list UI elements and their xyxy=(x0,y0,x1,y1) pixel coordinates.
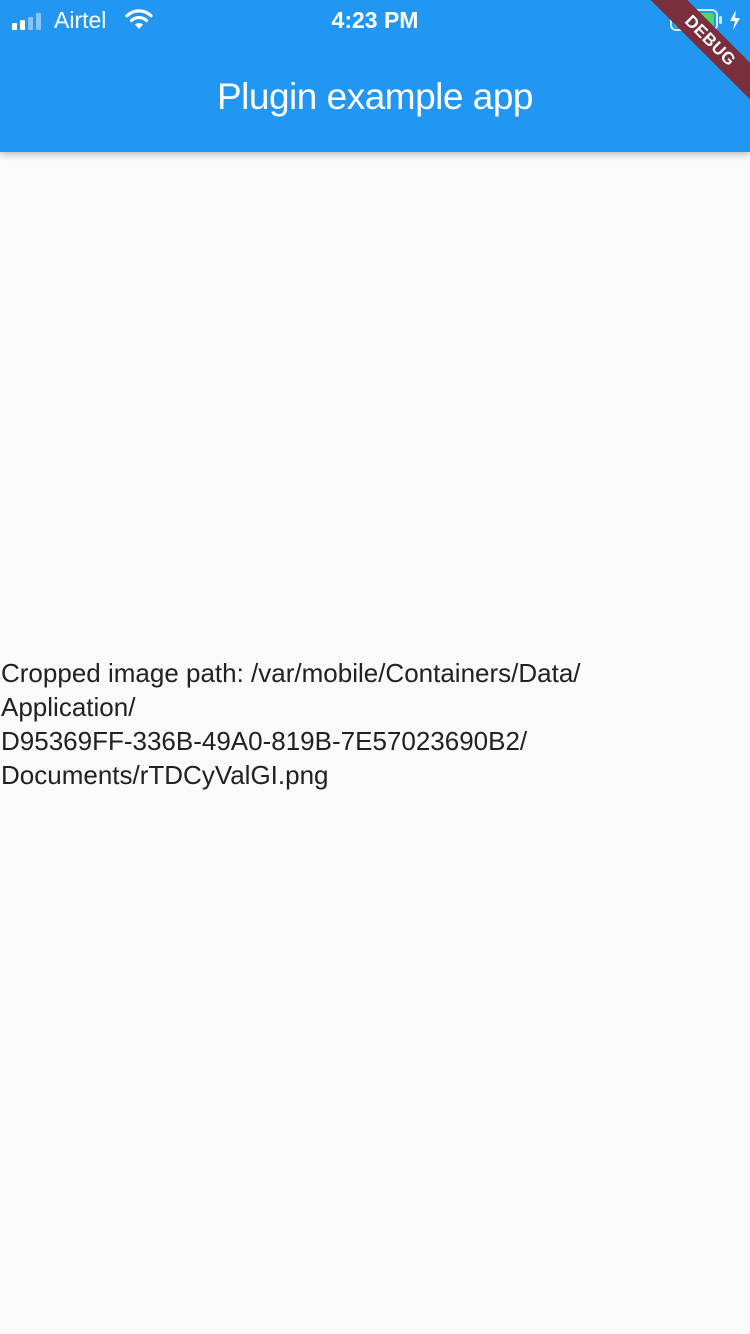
page-title: Plugin example app xyxy=(217,76,534,117)
cropped-image-path-text: Cropped image path: /var/mobile/Containe… xyxy=(1,658,581,790)
main-content: Cropped image path: /var/mobile/Containe… xyxy=(0,152,750,1334)
status-time: 4:23 PM xyxy=(331,7,419,33)
app-bar: Airtel 4:23 PM Plugin example app xyxy=(0,0,750,152)
charging-icon xyxy=(730,10,740,30)
battery-icon xyxy=(670,9,722,31)
status-bar: Airtel 4:23 PM xyxy=(0,0,750,40)
app-screen: Airtel 4:23 PM Plugin example app DEBUG … xyxy=(0,0,750,1334)
